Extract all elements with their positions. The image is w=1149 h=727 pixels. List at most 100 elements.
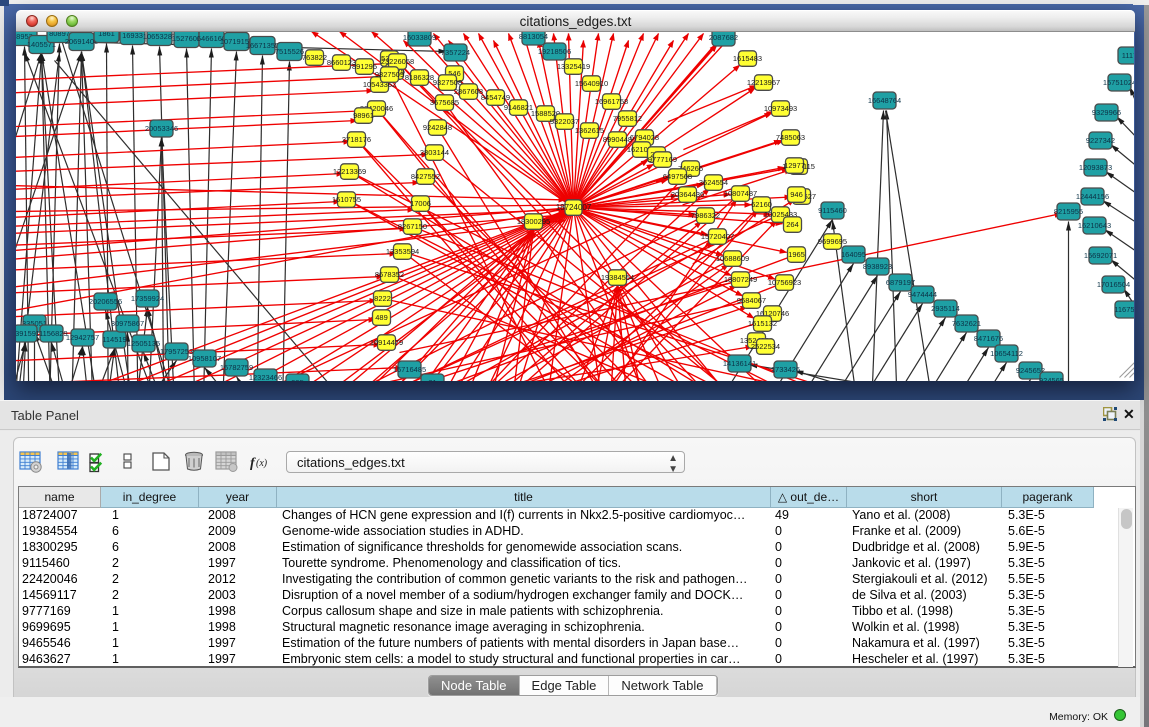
svg-text:8186328: 8186328 [405, 73, 434, 82]
svg-text:1610755: 1610755 [332, 195, 361, 204]
svg-text:924565: 924565 [1039, 376, 1064, 381]
svg-text:8215955: 8215955 [1054, 207, 1083, 216]
svg-text:8471676: 8471676 [974, 334, 1003, 343]
svg-text:20364436: 20364436 [671, 190, 704, 199]
svg-text:2718176: 2718176 [342, 135, 371, 144]
svg-text:9227342: 9227342 [1086, 136, 1115, 145]
svg-text:116753: 116753 [1114, 305, 1134, 314]
svg-text:12213967: 12213967 [747, 78, 780, 87]
svg-text:14136141: 14136141 [723, 359, 756, 368]
svg-text:489: 489 [375, 313, 388, 322]
svg-text:17006: 17006 [410, 199, 431, 208]
svg-text:(x): (x) [256, 458, 268, 469]
svg-text:16210643: 16210643 [1078, 221, 1111, 230]
svg-text:9329966: 9329966 [1092, 108, 1121, 117]
svg-text:763822: 763822 [302, 53, 327, 62]
svg-text:1861: 1861 [98, 32, 115, 38]
svg-text:81: 81 [428, 378, 436, 381]
svg-text:5322037: 5322037 [550, 117, 579, 126]
svg-text:16782759: 16782759 [220, 363, 253, 372]
svg-text:12505135: 12505135 [127, 339, 160, 348]
svg-text:39159: 39159 [16, 329, 36, 338]
svg-text:1733426: 1733426 [771, 365, 800, 374]
svg-text:23226058: 23226058 [381, 57, 414, 66]
svg-text:6794028: 6794028 [630, 133, 659, 142]
svg-text:8427552: 8427552 [411, 172, 440, 181]
svg-text:6497568: 6497568 [663, 172, 692, 181]
svg-text:12323466: 12323466 [249, 373, 282, 381]
svg-text:9777169: 9777169 [648, 155, 677, 164]
svg-text:9827509: 9827509 [375, 70, 404, 79]
svg-text:15692071: 15692071 [1084, 251, 1117, 260]
svg-text:98961: 98961 [353, 111, 374, 120]
svg-text:10654112: 10654112 [990, 349, 1023, 358]
svg-text:7986322: 7986322 [691, 211, 720, 220]
svg-text:7485063: 7485063 [776, 133, 805, 142]
svg-text:1615132: 1615132 [748, 319, 777, 328]
svg-text:16914479: 16914479 [370, 338, 403, 347]
svg-text:13353594: 13353594 [386, 247, 419, 256]
svg-text:264: 264 [786, 220, 799, 229]
svg-text:13325419: 13325419 [557, 62, 590, 71]
svg-text:17359924: 17359924 [131, 294, 164, 303]
svg-text:20691406: 20691406 [65, 37, 98, 46]
svg-text:2803144: 2803144 [420, 148, 449, 157]
svg-text:1117: 1117 [1122, 51, 1134, 60]
svg-text:1615483: 1615483 [733, 54, 762, 63]
svg-text:1965: 1965 [788, 250, 805, 259]
svg-text:9115460: 9115460 [818, 206, 847, 215]
svg-text:19384554: 19384554 [601, 273, 634, 282]
svg-text:30975867: 30975867 [111, 319, 144, 328]
svg-text:7357224: 7357224 [441, 48, 470, 57]
svg-text:7632621: 7632621 [952, 319, 981, 328]
svg-text:16933: 16933 [122, 32, 143, 40]
svg-text:12977: 12977 [784, 161, 805, 170]
svg-text:8813054: 8813054 [519, 32, 548, 41]
svg-text:16648764: 16648764 [868, 96, 901, 105]
svg-text:16961758: 16961758 [595, 97, 628, 106]
svg-text:8990448: 8990448 [603, 135, 632, 144]
svg-text:164095: 164095 [841, 250, 866, 259]
svg-text:7955812: 7955812 [613, 114, 642, 123]
svg-text:18724007: 18724007 [556, 203, 592, 212]
svg-text:891295: 891295 [352, 62, 377, 71]
svg-text:12213369: 12213369 [333, 167, 366, 176]
svg-text:10807487: 10807487 [724, 189, 757, 198]
svg-text:946: 946 [790, 190, 803, 199]
svg-text:15751024: 15751024 [1103, 78, 1134, 87]
svg-text:16033809: 16033809 [403, 33, 436, 42]
svg-text:8454749: 8454749 [481, 93, 510, 102]
svg-text:15640910: 15640910 [575, 79, 608, 88]
svg-text:7515526: 7515526 [275, 47, 304, 56]
svg-text:2087682: 2087682 [709, 33, 738, 42]
svg-text:9242848: 9242848 [423, 123, 452, 132]
svg-text:11156829: 11156829 [35, 329, 67, 338]
svg-text:3675685: 3675685 [430, 98, 459, 107]
svg-text:114519: 114519 [102, 335, 126, 344]
svg-text:9327508: 9327508 [433, 78, 462, 87]
svg-text:2867608: 2867608 [454, 87, 483, 96]
svg-text:15716485: 15716485 [393, 365, 426, 374]
svg-text:10973493: 10973493 [764, 104, 797, 113]
svg-text:12942757: 12942757 [66, 333, 99, 342]
svg-text:995: 995 [291, 378, 304, 381]
svg-text:20206556: 20206556 [89, 297, 122, 306]
svg-text:19218506: 19218506 [538, 47, 571, 56]
svg-text:12444156: 12444156 [1076, 192, 1109, 201]
svg-text:1362615: 1362615 [575, 126, 604, 135]
svg-text:62160: 62160 [751, 200, 772, 209]
svg-text:6879197: 6879197 [886, 278, 915, 287]
svg-text:9474444: 9474444 [908, 290, 937, 299]
svg-text:12093873: 12093873 [1079, 163, 1112, 172]
svg-text:9684067: 9684067 [737, 296, 766, 305]
svg-text:10958107: 10958107 [188, 354, 221, 363]
svg-text:8222: 8222 [374, 294, 391, 303]
svg-text:8678352: 8678352 [375, 270, 404, 279]
svg-text:15720407: 15720407 [701, 232, 734, 241]
svg-text:8267150: 8267150 [398, 222, 427, 231]
svg-text:3624554: 3624554 [699, 178, 728, 187]
svg-text:9146821: 9146821 [504, 103, 533, 112]
svg-text:2935114: 2935114 [931, 304, 960, 313]
svg-text:10688609: 10688609 [716, 254, 749, 263]
svg-text:8938923: 8938923 [863, 262, 892, 271]
